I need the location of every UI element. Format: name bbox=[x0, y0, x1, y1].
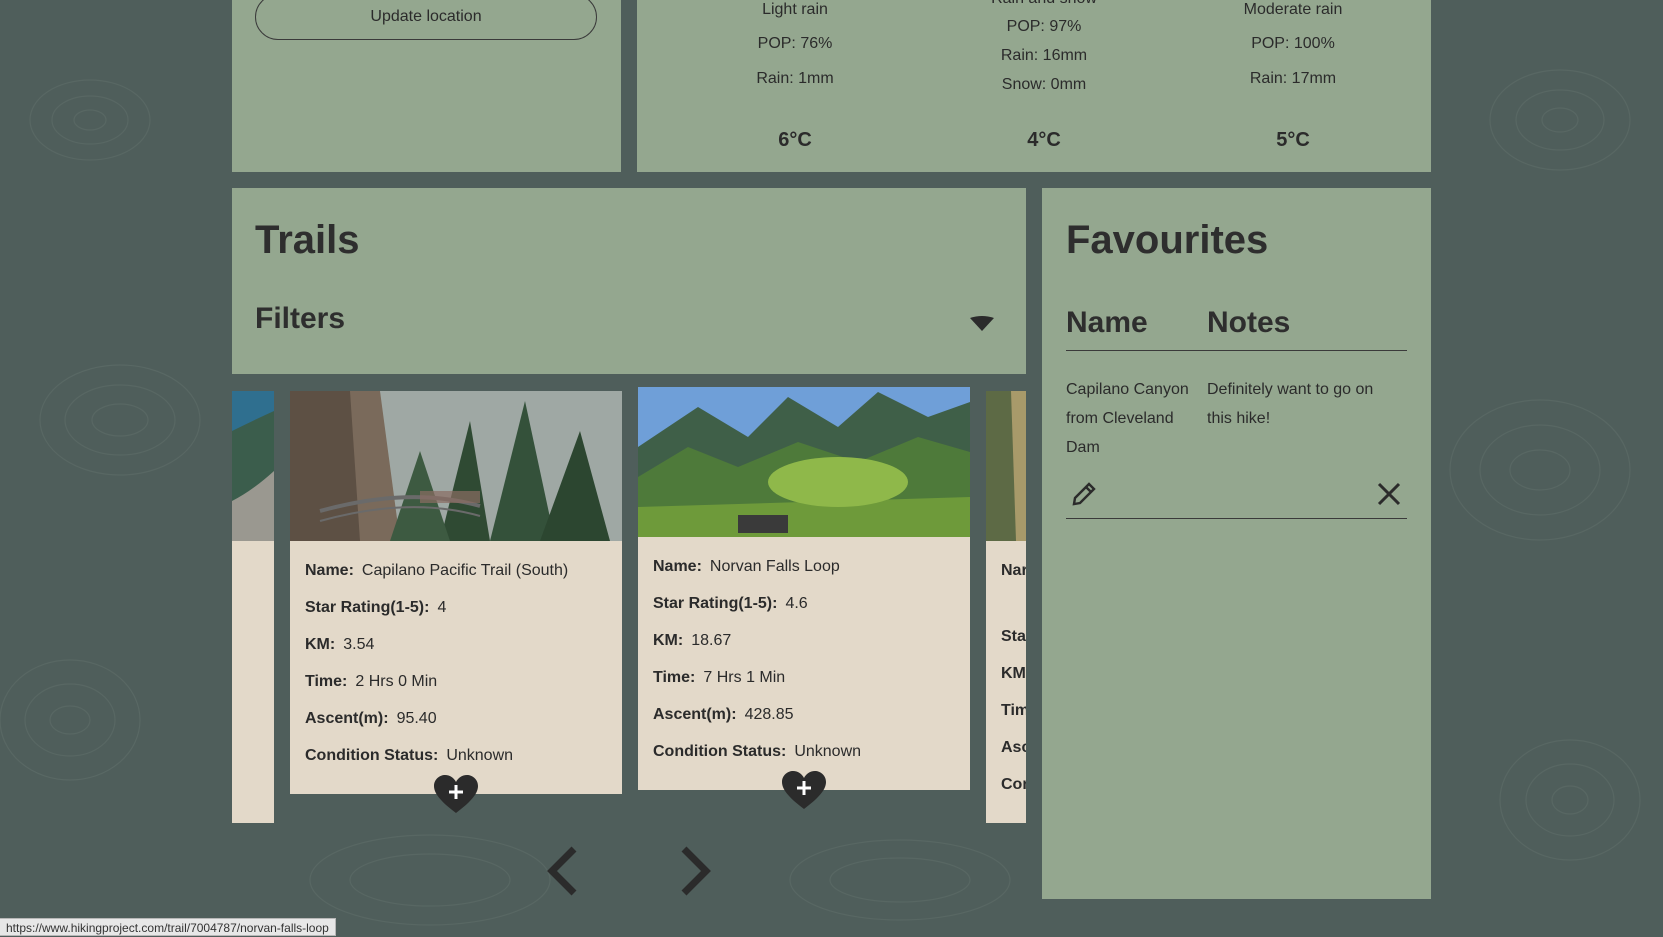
favourite-name: Capilano Canyon from Cleveland Dam bbox=[1066, 375, 1201, 462]
favourite-name-line: Capilano Canyon bbox=[1066, 381, 1189, 398]
trail-name-row: Name: Capilano Pacific Trail (South) bbox=[305, 562, 568, 580]
field-label: Star Rating(1-5): bbox=[305, 599, 430, 616]
favourite-name-line: Dam bbox=[1066, 439, 1100, 456]
trail-condition: Unknown bbox=[446, 747, 514, 764]
field-label: Name: bbox=[653, 558, 702, 575]
field-label: KM: bbox=[305, 636, 336, 653]
trail-stars-row: Star Rating(1-5): 4.6 bbox=[653, 595, 808, 613]
trail-condition: Unknown bbox=[794, 743, 862, 760]
favourites-table-header: Name Notes bbox=[1066, 306, 1407, 351]
forecast-temp: 6°C bbox=[778, 129, 812, 151]
trail-time-row: Time: 7 Hrs 1 Min bbox=[653, 669, 785, 687]
field-label: Time: bbox=[653, 669, 696, 686]
field-label: Star Rating(1-5): bbox=[653, 595, 778, 612]
field-label: Tim bbox=[1001, 702, 1026, 719]
filters-label: Filters bbox=[255, 302, 346, 335]
trail-ascent: 95.40 bbox=[396, 710, 437, 727]
forecast-rain: Rain: 16mm bbox=[1000, 47, 1088, 64]
trails-title: Trails bbox=[255, 218, 360, 262]
forecast-condition: Light rain bbox=[762, 1, 828, 18]
favourite-note-line: this hike! bbox=[1207, 410, 1271, 427]
favourite-note-line: Definitely want to go on bbox=[1207, 381, 1374, 398]
field-label: Time: bbox=[305, 673, 348, 690]
trail-ascent-row: Ascent(m): 95.40 bbox=[305, 710, 437, 728]
forecast-condition: Rain and snow bbox=[934, 0, 1154, 8]
column-header-name: Name bbox=[1066, 306, 1148, 339]
trail-km-row: KM: 18.67 bbox=[653, 632, 731, 650]
trail-ascent-row: Ascent(m): 428.85 bbox=[653, 706, 794, 724]
update-location-button[interactable]: Update location bbox=[255, 0, 597, 40]
forecast-rain: Rain: 1mm bbox=[756, 70, 834, 87]
location-panel: Update location bbox=[232, 0, 621, 172]
field-label: Name: bbox=[305, 562, 354, 579]
chevron-right-icon[interactable] bbox=[678, 846, 712, 896]
trail-card-partial-right[interactable]: Nar Sta KM Tim Asc Con bbox=[986, 391, 1026, 823]
field-label: Condition Status: bbox=[653, 743, 787, 760]
trail-km: 3.54 bbox=[343, 636, 375, 653]
field-label: Ascent(m): bbox=[305, 710, 389, 727]
field-label: Con bbox=[1001, 776, 1026, 793]
favourite-name-line: from Cleveland bbox=[1066, 410, 1174, 427]
forecast-panel: Light rain POP: 76% Rain: 1mm 6°C Rain a… bbox=[637, 0, 1431, 172]
caret-down-icon[interactable] bbox=[969, 316, 995, 332]
trail-stars-row: Star Rating(1-5): 4 bbox=[305, 599, 446, 617]
trail-name: Capilano Pacific Trail (South) bbox=[361, 562, 569, 579]
forecast-pop: POP: 97% bbox=[1006, 18, 1082, 35]
field-label: Nar bbox=[1001, 562, 1026, 579]
close-icon[interactable] bbox=[1375, 480, 1403, 508]
trail-stars: 4.6 bbox=[785, 595, 808, 612]
trail-stars: 4 bbox=[437, 599, 447, 616]
field-label: Ascent(m): bbox=[653, 706, 737, 723]
trail-time-row: Time: 2 Hrs 0 Min bbox=[305, 673, 437, 691]
heart-plus-icon[interactable] bbox=[782, 771, 826, 811]
field-label: KM bbox=[1001, 665, 1026, 682]
trail-name-row: Name: Norvan Falls Loop bbox=[653, 558, 840, 576]
forecast-pop: POP: 100% bbox=[1251, 35, 1335, 52]
trail-name: Norvan Falls Loop bbox=[709, 558, 840, 575]
forecast-temp: 5°C bbox=[1276, 129, 1310, 151]
favourite-note: Definitely want to go on this hike! bbox=[1207, 375, 1417, 433]
field-label: KM: bbox=[653, 632, 684, 649]
trail-condition-row: Condition Status: Unknown bbox=[305, 747, 513, 765]
link-status-bar: https://www.hikingproject.com/trail/7004… bbox=[0, 918, 336, 936]
chevron-left-icon[interactable] bbox=[546, 846, 580, 896]
trails-panel: Trails Filters bbox=[232, 188, 1026, 374]
favourite-actions bbox=[1066, 476, 1407, 519]
trail-ascent: 428.85 bbox=[744, 706, 794, 723]
forecast-condition: Moderate rain bbox=[1243, 1, 1343, 18]
trail-km-row: KM: 3.54 bbox=[305, 636, 374, 654]
trail-photo bbox=[986, 391, 1026, 541]
field-label: Condition Status: bbox=[305, 747, 439, 764]
forecast-snow: Snow: 0mm bbox=[1001, 76, 1087, 93]
forecast-pop: POP: 76% bbox=[757, 35, 833, 52]
trail-card-partial-left[interactable] bbox=[232, 391, 274, 823]
trail-condition-row: Condition Status: Unknown bbox=[653, 743, 861, 761]
trail-km: 18.67 bbox=[691, 632, 732, 649]
favourites-panel: Favourites Name Notes Capilano Canyon fr… bbox=[1042, 188, 1431, 899]
forecast-rain: Rain: 17mm bbox=[1249, 70, 1337, 87]
trail-photo bbox=[232, 391, 274, 541]
trail-card[interactable]: Name: Capilano Pacific Trail (South) Star… bbox=[290, 391, 622, 794]
column-header-notes: Notes bbox=[1207, 306, 1291, 339]
field-label: Asc bbox=[1001, 739, 1026, 756]
filters-toggle[interactable]: Filters bbox=[255, 302, 1003, 346]
field-label: Sta bbox=[1001, 628, 1026, 645]
trail-card[interactable]: Name: Norvan Falls Loop Star Rating(1-5):… bbox=[638, 387, 970, 790]
forecast-temp: 4°C bbox=[1027, 129, 1061, 151]
heart-plus-icon[interactable] bbox=[434, 775, 478, 815]
pencil-icon[interactable] bbox=[1070, 480, 1098, 508]
trail-photo bbox=[638, 387, 970, 537]
favourites-title: Favourites bbox=[1066, 218, 1269, 262]
trail-time: 7 Hrs 1 Min bbox=[703, 669, 786, 686]
trail-photo bbox=[290, 391, 622, 541]
trail-time: 2 Hrs 0 Min bbox=[355, 673, 438, 690]
